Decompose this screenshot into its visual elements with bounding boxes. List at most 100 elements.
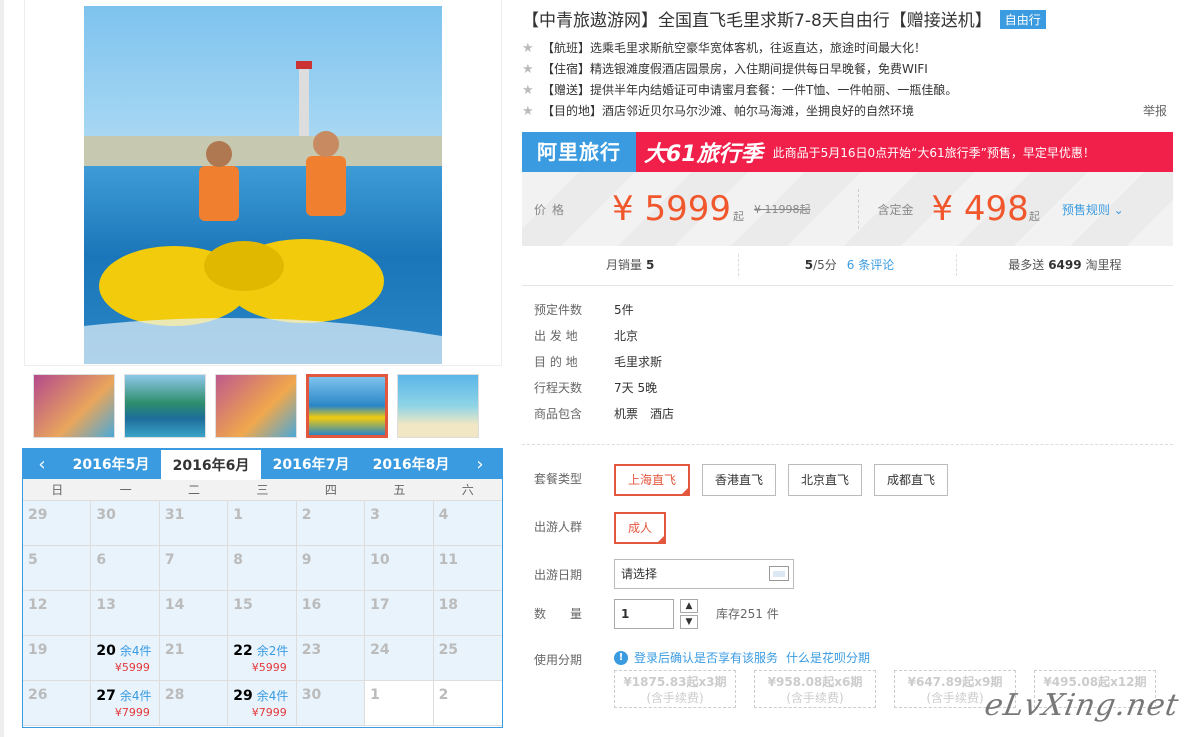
calendar-day: 16 (296, 591, 366, 636)
calendar-day: 1 (228, 501, 297, 546)
huabei-help-link[interactable]: 什么是花呗分期 (786, 649, 870, 666)
package-hongkong-direct[interactable]: 香港直飞 (702, 464, 777, 496)
info-row: 目 的 地 毛里求斯 (534, 352, 674, 378)
left-border (0, 0, 4, 737)
calendar-day[interactable]: 29 余4件 ¥7999 (228, 681, 297, 726)
feature-item: ★ 【住宿】精选银滩度假酒店园景房，入住期间提供每日早晚餐，免费WIFI (522, 59, 1172, 80)
day-price: ¥7999 (251, 706, 287, 719)
campaign-logo: 大61旅行季 (644, 142, 763, 167)
thumbnail-3[interactable] (215, 374, 297, 438)
package-options: 上海直飞 香港直飞 北京直飞 成都直飞 (614, 464, 949, 496)
calendar-day: 31 (159, 501, 229, 546)
day-number: 9 (301, 552, 312, 568)
calendar-day[interactable]: 22 余2件 ¥5999 (228, 636, 297, 681)
campaign-text: 此商品于5月16日0点开始“大61旅行季”预售，早定早优惠！ (772, 145, 1095, 160)
calendar-day: 5 (23, 546, 92, 591)
main-product-image[interactable] (84, 6, 442, 364)
calendar-day: 2 (296, 501, 366, 546)
month-tab[interactable]: 2016年8月 (361, 449, 461, 479)
thumbnail-2[interactable] (124, 374, 206, 438)
report-link[interactable]: 举报 (1143, 102, 1167, 119)
installment-6[interactable]: ¥958.08起x6期 (含手续费) (754, 670, 876, 708)
calendar-day: 3 (365, 501, 434, 546)
day-number: 6 (96, 552, 107, 568)
calendar-day: 15 (228, 591, 297, 636)
day-number: 3 (370, 507, 380, 523)
feature-item: ★ 【目的地】酒店邻近贝尔马尔沙滩、帕尔马海滩，坐拥良好的自然环境 (522, 101, 1172, 122)
product-info: 预定件数 5件 出 发 地 北京 目 的 地 毛里求斯 行程天数 7天 5晚 商品包含 机… (534, 300, 674, 430)
mileage-value: 6499 (1048, 258, 1082, 272)
quantity-stepper: ▲ ▼ (680, 599, 698, 631)
day-number: 14 (164, 597, 185, 613)
info-row: 预定件数 5件 (534, 300, 674, 326)
thumbnail-4-selected[interactable] (306, 374, 388, 438)
promo-banner[interactable]: 阿里旅行 大61旅行季 此商品于5月16日0点开始“大61旅行季”预售，早定早优… (522, 132, 1173, 172)
prev-month-icon[interactable]: ‹ (23, 454, 61, 475)
traveler-adult[interactable]: 成人 (614, 512, 667, 544)
term-note: (含手续费) (646, 691, 704, 705)
installment-login-link[interactable]: 登录后确认是否享有该服务 (634, 649, 778, 666)
day-number: 7 (164, 552, 175, 568)
monthly-sales-value: 5 (645, 258, 655, 272)
calendar-day[interactable]: 27 余4件 ¥7999 (91, 681, 160, 726)
weekday-label: 一 (119, 483, 132, 497)
calendar-day: 6 (91, 546, 160, 591)
info-key: 出 发 地 (534, 329, 578, 343)
rating-suffix: /5分 (813, 258, 837, 272)
weekday-label: 日 (51, 483, 64, 497)
day-number: 19 (28, 642, 48, 658)
package-chengdu-direct[interactable]: 成都直飞 (874, 464, 949, 496)
monthly-sales: 月销量 5 (522, 254, 740, 276)
month-tab[interactable]: 2016年5月 (61, 449, 161, 479)
weekday-label: 三 (256, 483, 269, 497)
mileage-suffix: 淘里程 (1085, 258, 1122, 272)
package-beijing-direct[interactable]: 北京直飞 (788, 464, 863, 496)
calendar-day: 23 (296, 636, 366, 681)
day-number: 10 (370, 552, 390, 568)
divider (522, 444, 1173, 445)
calendar-icon[interactable] (769, 566, 789, 581)
calendar-day: 19 (23, 636, 92, 681)
weekday-label: 五 (393, 483, 406, 497)
feature-text: 【住宿】精选银滩度假酒店园景房，入住期间提供每日早晚餐，免费WIFI (542, 62, 928, 76)
rating: 5/5分 6 条评论 (739, 254, 957, 276)
calendar-day: 26 (23, 681, 92, 726)
deposit-suffix: 起 (1028, 210, 1040, 223)
calendar-day: 30 (296, 681, 366, 726)
reviews-link[interactable]: 6 条评论 (847, 258, 894, 272)
day-number: 8 (233, 552, 244, 568)
star-icon: ★ (522, 62, 534, 77)
star-icon: ★ (522, 41, 534, 56)
calendar-header: ‹ 2016年5月 2016年6月 2016年7月 2016年8月 › (23, 449, 502, 480)
presale-rule-link[interactable]: 预售规则 ⌄ (1062, 201, 1124, 218)
calendar-day[interactable]: 20 余4件 ¥5999 (91, 636, 160, 681)
calendar-day: 11 (433, 546, 502, 591)
thumbnail-1[interactable] (33, 374, 115, 438)
deposit-value: ¥ 498起 (931, 189, 1039, 229)
day-number: 4 (438, 507, 449, 523)
star-icon: ★ (522, 83, 534, 98)
calendar-day: 28 (159, 681, 229, 726)
day-number: 25 (438, 642, 459, 658)
travel-date-input[interactable]: 请选择 (614, 559, 794, 589)
day-number: 24 (370, 642, 390, 658)
quantity-input[interactable]: 1 (614, 599, 674, 629)
calendar-day: 1 (365, 681, 434, 726)
calendar-day: 2 (433, 681, 502, 726)
month-tab-active[interactable]: 2016年6月 (161, 450, 261, 480)
installment-note: ! 登录后确认是否享有该服务 什么是花呗分期 (614, 649, 870, 666)
day-number: 16 (301, 597, 322, 613)
thumbnail-5[interactable] (397, 374, 479, 438)
installment-3[interactable]: ¥1875.83起x3期 (含手续费) (614, 670, 736, 708)
alitrip-logo: 阿里旅行 (522, 132, 636, 172)
package-shanghai-direct[interactable]: 上海直飞 (614, 464, 691, 496)
day-number: 15 (233, 597, 253, 613)
term-amount: ¥958.08起x6期 (767, 675, 863, 689)
month-tab[interactable]: 2016年7月 (261, 449, 361, 479)
decrement-icon[interactable]: ▼ (680, 615, 698, 629)
calendar-day: 18 (433, 591, 502, 636)
calendar-day: 30 (91, 501, 160, 546)
remaining-count: 余4件 (119, 689, 152, 703)
next-month-icon[interactable]: › (461, 454, 499, 475)
increment-icon[interactable]: ▲ (680, 599, 698, 613)
